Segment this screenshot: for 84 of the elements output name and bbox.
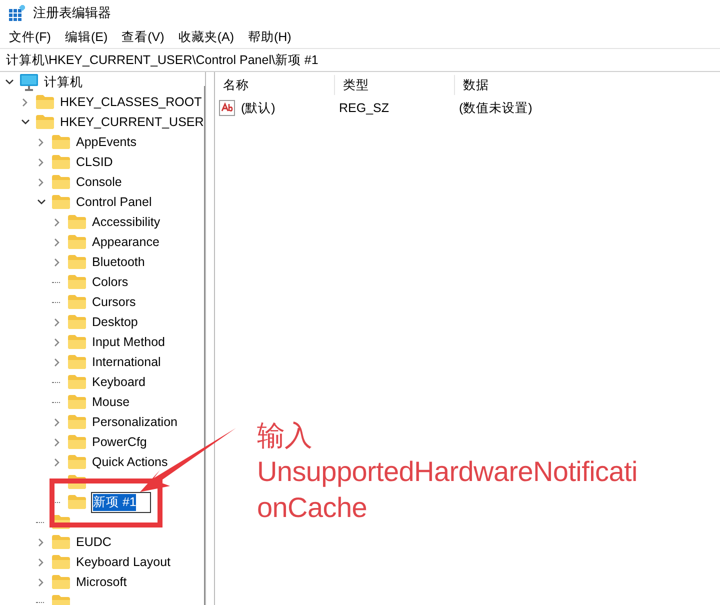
- tree-item[interactable]: EUDC: [75, 535, 112, 549]
- menu-item[interactable]: 收藏夹(A): [171, 28, 241, 46]
- tree-item[interactable]: Control Panel: [75, 195, 153, 209]
- folder-icon: [68, 255, 86, 269]
- tree-item[interactable]: PowerCfg: [91, 435, 148, 449]
- folder-icon: [68, 295, 86, 309]
- expand-chevron-icon[interactable]: [54, 358, 60, 366]
- expand-chevron-icon[interactable]: [54, 438, 60, 446]
- folder-icon: [68, 415, 86, 429]
- expand-chevron-icon[interactable]: [38, 178, 44, 186]
- collapse-chevron-icon[interactable]: [36, 199, 46, 205]
- tree-item[interactable]: Appearance: [91, 235, 160, 249]
- folder-icon: [68, 275, 86, 289]
- rename-field[interactable]: 新项 #1: [91, 492, 152, 512]
- collapse-chevron-icon[interactable]: [4, 79, 14, 85]
- expand-chevron-icon[interactable]: [54, 218, 60, 226]
- folder-icon: [52, 135, 70, 149]
- column-header[interactable]: 名称: [215, 75, 335, 95]
- folder-icon: [52, 175, 70, 189]
- folder-icon: [52, 555, 70, 569]
- window-title: 注册表编辑器: [33, 4, 111, 22]
- expand-chevron-icon[interactable]: [54, 418, 60, 426]
- folder-icon: [68, 395, 86, 409]
- expand-chevron-icon[interactable]: [54, 458, 60, 466]
- tree-item[interactable]: Accessibility: [91, 215, 162, 229]
- folder-icon: [52, 575, 70, 589]
- tree-item[interactable]: Bluetooth: [91, 255, 146, 269]
- tree-item[interactable]: Microsoft: [75, 575, 128, 589]
- expand-chevron-icon[interactable]: [22, 98, 28, 106]
- tree-item[interactable]: Mouse: [91, 395, 131, 409]
- value-data: (数值未设置): [458, 100, 534, 116]
- folder-icon: [52, 155, 70, 169]
- folder-icon: [68, 435, 86, 449]
- tree-item[interactable]: HKEY_CURRENT_USER: [59, 115, 205, 129]
- tree-item[interactable]: Quick Actions: [91, 455, 169, 469]
- collapse-chevron-icon[interactable]: [20, 119, 30, 125]
- folder-icon: [36, 95, 54, 109]
- tree-item[interactable]: Cursors: [91, 295, 137, 309]
- expand-chevron-icon[interactable]: [54, 238, 60, 246]
- folder-icon: [68, 235, 86, 249]
- expand-chevron-icon[interactable]: [38, 558, 44, 566]
- string-value-icon: [219, 100, 235, 116]
- menu-item[interactable]: 文件(F): [2, 28, 58, 46]
- expand-chevron-icon[interactable]: [38, 578, 44, 586]
- expand-chevron-icon[interactable]: [54, 338, 60, 346]
- tree-item[interactable]: Keyboard: [91, 375, 147, 389]
- tree-item[interactable]: Colors: [91, 275, 130, 289]
- expand-chevron-icon[interactable]: [54, 318, 60, 326]
- annotation-text: 输入 UnsupportedHardwareNotificati onCache: [257, 419, 638, 525]
- folder-icon: [68, 355, 86, 369]
- value-name[interactable]: (默认): [237, 100, 276, 116]
- folder-icon: [68, 335, 86, 349]
- address-bar[interactable]: 计算机\HKEY_CURRENT_USER\Control Panel\新项 #1: [0, 49, 720, 71]
- menu-item[interactable]: 帮助(H): [240, 28, 298, 46]
- folder-icon: [52, 595, 70, 605]
- tree-item[interactable]: Keyboard Layout: [75, 555, 172, 569]
- registry-icon: [9, 5, 25, 21]
- folder-icon: [36, 115, 54, 129]
- column-header[interactable]: 数据: [455, 75, 720, 95]
- menu-item[interactable]: 编辑(E): [58, 28, 115, 46]
- folder-icon: [68, 455, 86, 469]
- expand-chevron-icon[interactable]: [38, 538, 44, 546]
- tree-item[interactable]: AppEvents: [75, 135, 138, 149]
- tree-item[interactable]: International: [91, 355, 162, 369]
- expand-chevron-icon[interactable]: [38, 138, 44, 146]
- computer-icon: [20, 74, 38, 90]
- tree-item[interactable]: Personalization: [91, 415, 178, 429]
- tree-item[interactable]: CLSID: [75, 155, 114, 169]
- tree-item[interactable]: Desktop: [91, 315, 139, 329]
- folder-icon: [68, 375, 86, 389]
- tree-item[interactable]: Console: [75, 175, 123, 189]
- expand-chevron-icon[interactable]: [38, 158, 44, 166]
- menu-item[interactable]: 查看(V): [114, 28, 172, 46]
- value-type: REG_SZ: [338, 101, 390, 115]
- folder-icon: [68, 215, 86, 229]
- folder-icon: [68, 495, 86, 509]
- tree-item[interactable]: 计算机: [43, 74, 84, 90]
- folder-icon: [68, 315, 86, 329]
- column-header[interactable]: 类型: [335, 75, 455, 95]
- tree-item[interactable]: Input Method: [91, 335, 166, 349]
- folder-icon: [52, 535, 70, 549]
- expand-chevron-icon[interactable]: [54, 258, 60, 266]
- folder-icon: [52, 195, 70, 209]
- tree-item[interactable]: HKEY_CLASSES_ROOT: [59, 95, 203, 109]
